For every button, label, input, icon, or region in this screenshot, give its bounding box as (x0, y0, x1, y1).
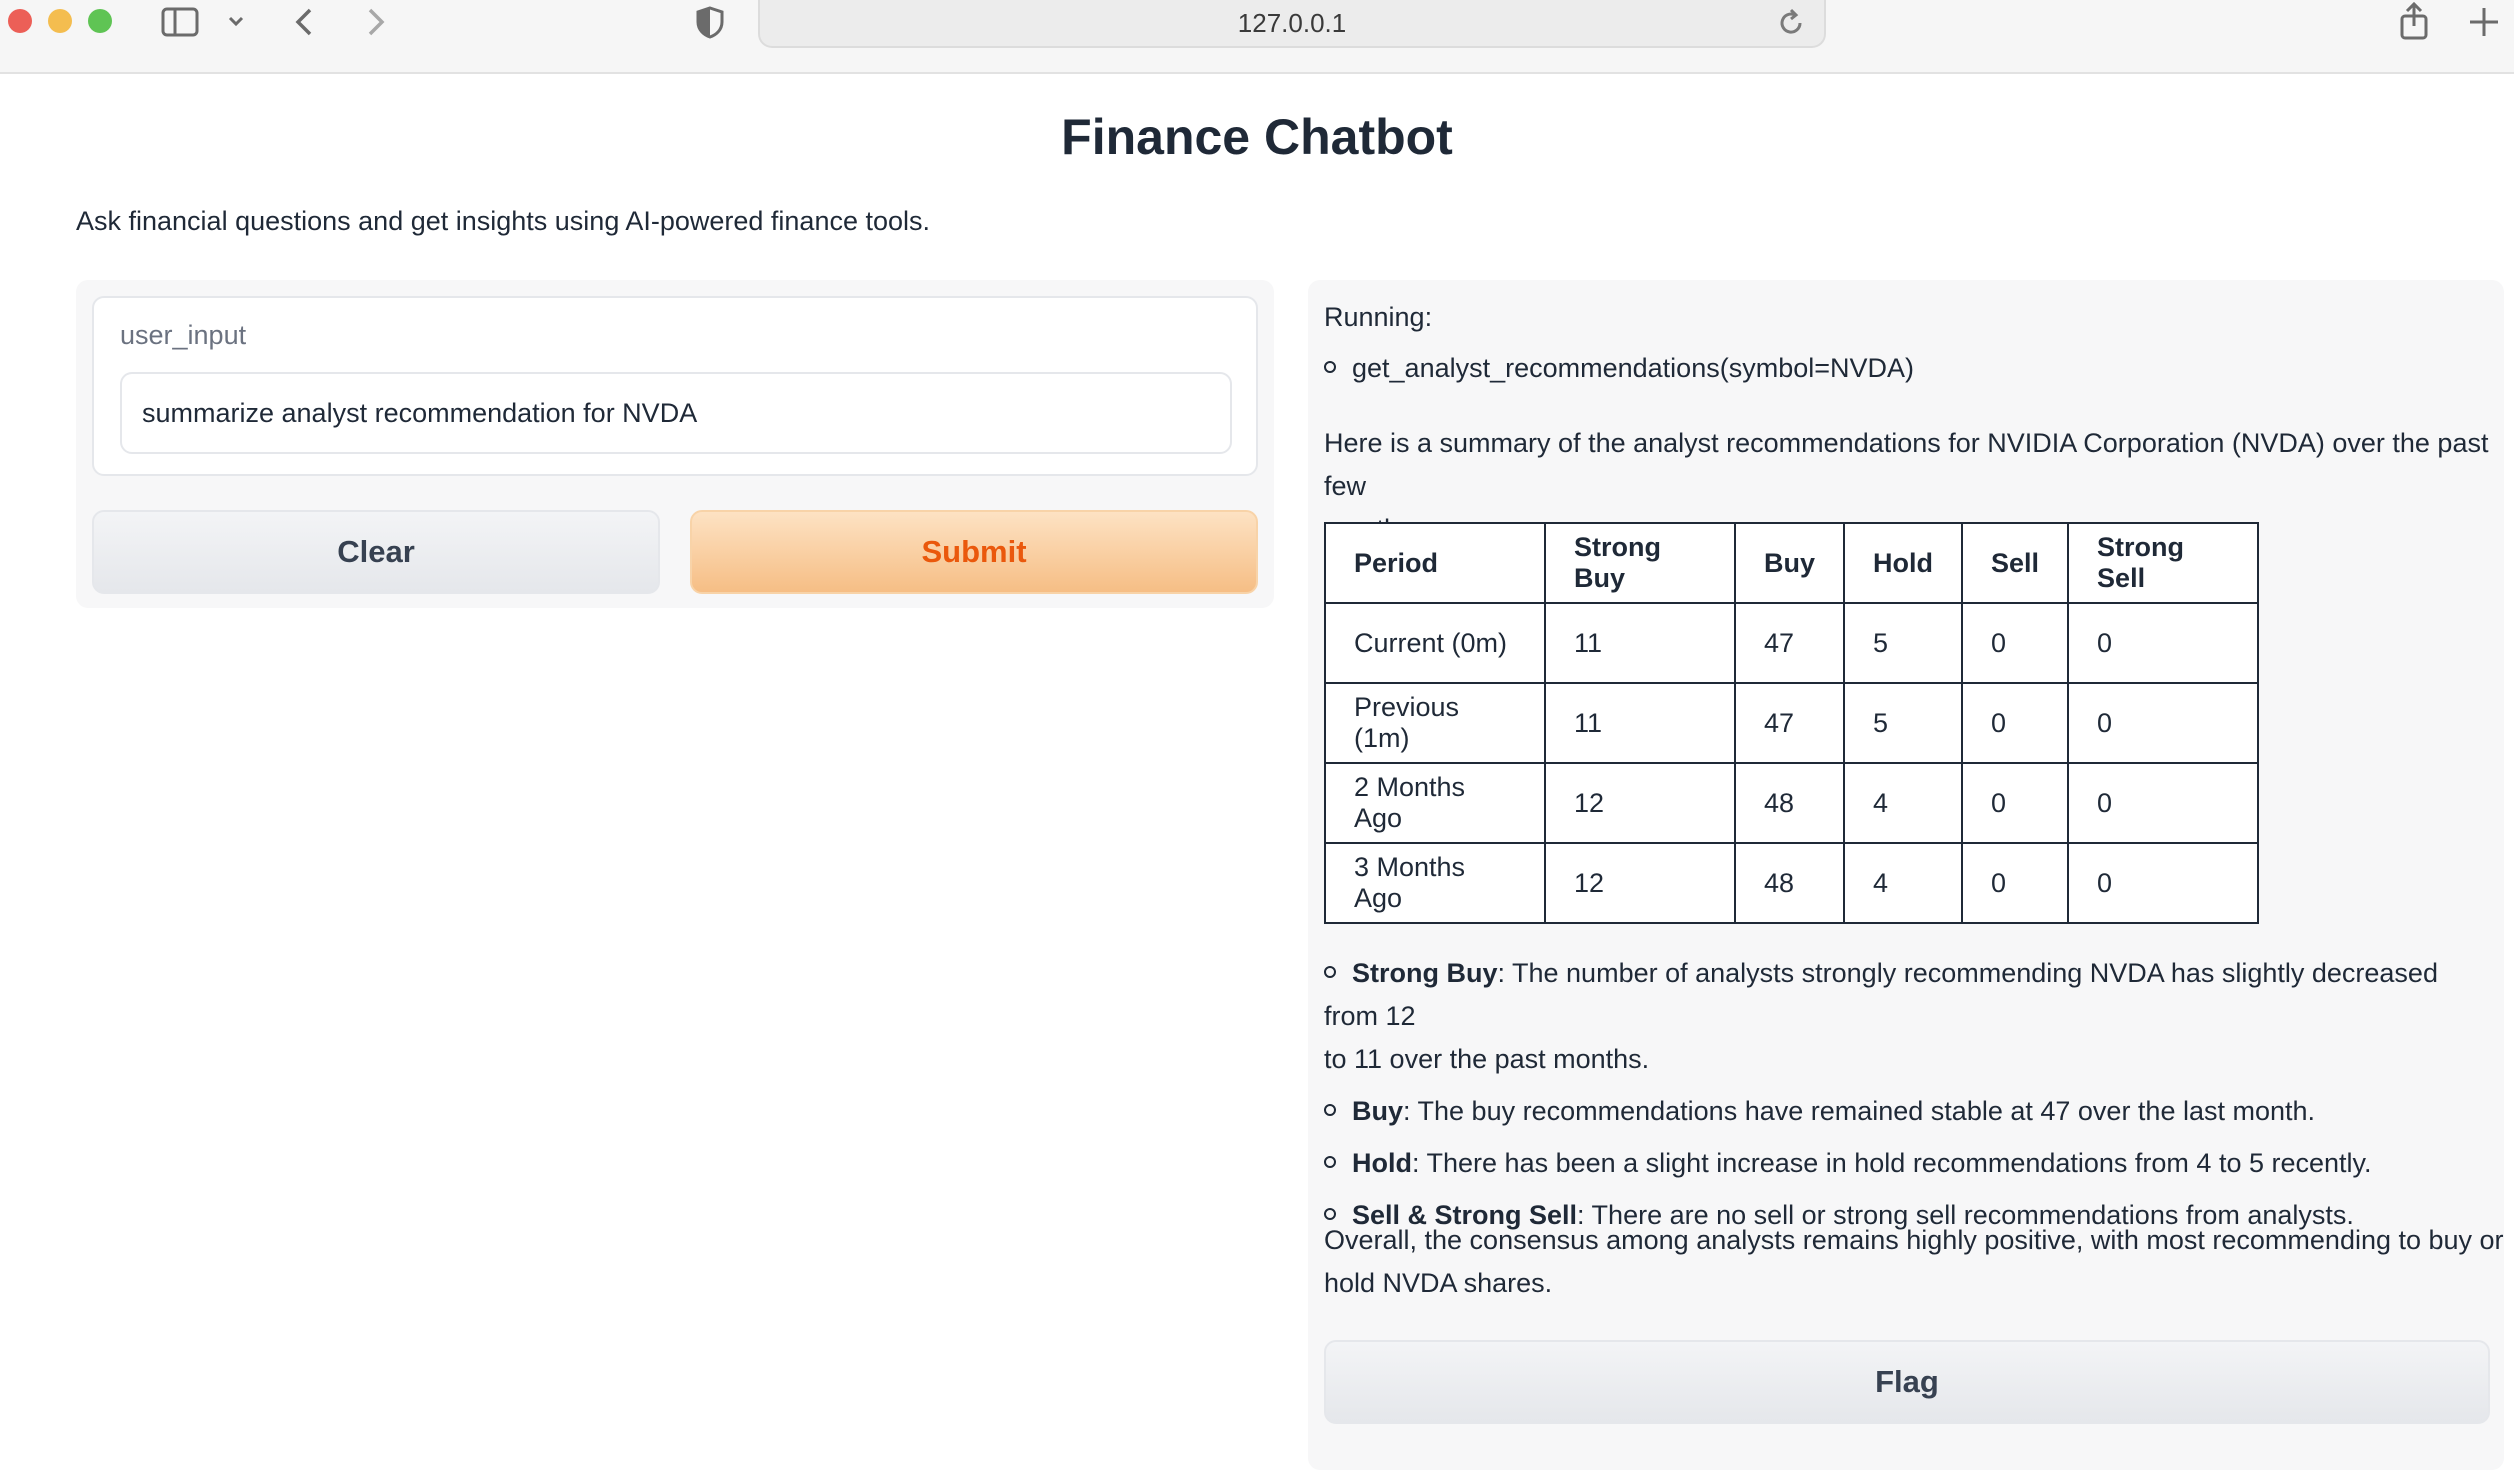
table-row: 2 Months Ago 12 48 4 0 0 (1324, 762, 2260, 844)
list-item-term: Strong Buy (1352, 958, 1498, 988)
list-item-term: Hold (1352, 1148, 1412, 1178)
table-row: Current (0m) 11 47 5 0 0 (1324, 602, 2260, 684)
minimize-window-button[interactable] (48, 9, 72, 33)
url-text: 127.0.0.1 (1237, 8, 1347, 38)
page-description: Ask financial questions and get insights… (76, 206, 931, 236)
chevron-down-icon[interactable] (226, 2, 246, 55)
conclusion-line: Overall, the consensus among analysts re… (1324, 1225, 2504, 1255)
table-cell: 11 (1544, 682, 1736, 764)
share-icon[interactable] (2396, 1, 2432, 50)
close-window-button[interactable] (8, 9, 32, 33)
table-cell: 4 (1843, 842, 1964, 924)
table-cell: 0 (1961, 602, 2070, 684)
browser-toolbar: 127.0.0.1 (0, 0, 2514, 74)
table-header: Buy (1733, 522, 1846, 604)
table-cell: 5 (1843, 682, 1964, 764)
new-tab-icon[interactable] (2466, 2, 2502, 50)
table-cell: 47 (1733, 682, 1846, 764)
table-cell: 0 (1961, 762, 2070, 844)
sidebar-icon[interactable] (160, 2, 200, 50)
bullet-icon (1324, 360, 1336, 373)
table-header: Hold (1843, 522, 1964, 604)
table-row: 3 Months Ago 12 48 4 0 0 (1324, 842, 2260, 924)
table-cell: 4 (1843, 762, 1964, 844)
table-header-row: Period Strong Buy Buy Hold Sell Strong S… (1324, 522, 2260, 604)
table-cell: 0 (2067, 762, 2260, 844)
bullet-list: Strong Buy: The number of analysts stron… (1324, 952, 2490, 1237)
maximize-window-button[interactable] (88, 9, 112, 33)
conclusion-line: hold NVDA shares. (1324, 1268, 1553, 1298)
page-title: Finance Chatbot (1061, 109, 1453, 165)
table-cell: 3 Months Ago (1324, 842, 1546, 924)
recommendations-table: Period Strong Buy Buy Hold Sell Strong S… (1324, 522, 2260, 924)
table-cell: 5 (1843, 602, 1964, 684)
table-cell: 0 (2067, 682, 2260, 764)
list-item-text: : There has been a slight increase in ho… (1412, 1148, 2372, 1178)
tool-call-item: get_analyst_recommendations(symbol=NVDA) (1324, 347, 1914, 390)
back-icon[interactable] (290, 2, 320, 50)
table-cell: Previous (1m) (1324, 682, 1546, 764)
table-cell: 12 (1544, 762, 1736, 844)
address-bar[interactable]: 127.0.0.1 (758, 0, 1826, 48)
user-input-label: user_input (120, 320, 247, 350)
table-header: Strong Buy (1544, 522, 1736, 604)
table-header: Sell (1961, 522, 2070, 604)
table-header: Period (1324, 522, 1546, 604)
bullet-icon (1324, 1103, 1336, 1116)
forward-icon[interactable] (360, 2, 390, 50)
table-cell: 0 (2067, 842, 2260, 924)
table-cell: 11 (1544, 602, 1736, 684)
table-cell: 2 Months Ago (1324, 762, 1546, 844)
user-input-block: user_input (92, 296, 1258, 476)
table-cell: 48 (1733, 842, 1846, 924)
table-cell: Current (0m) (1324, 602, 1546, 684)
list-item-text: : The buy recommendations have remained … (1403, 1096, 2316, 1126)
table-header: Strong Sell (2067, 522, 2260, 604)
tool-call-text: get_analyst_recommendations(symbol=NVDA) (1352, 353, 1915, 383)
table-cell: 0 (2067, 602, 2260, 684)
table-cell: 0 (1961, 842, 2070, 924)
conclusion-text: Overall, the consensus among analysts re… (1324, 1219, 2504, 1305)
table-cell: 0 (1961, 682, 2070, 764)
list-item: Buy: The buy recommendations have remain… (1324, 1090, 2490, 1133)
table-cell: 48 (1733, 762, 1846, 844)
bullet-icon (1324, 965, 1336, 978)
table-cell: 12 (1544, 842, 1736, 924)
submit-button[interactable]: Submit (690, 510, 1258, 594)
summary-intro-line: Here is a summary of the analyst recomme… (1324, 428, 2489, 501)
running-label: Running: (1324, 302, 1433, 332)
table-cell: 47 (1733, 602, 1846, 684)
shield-icon[interactable] (694, 2, 726, 50)
reload-icon[interactable] (1776, 6, 1806, 48)
clear-button[interactable]: Clear (92, 510, 660, 594)
output-panel: Running: get_analyst_recommendations(sym… (1308, 280, 2504, 1470)
flag-button[interactable]: Flag (1324, 1340, 2490, 1424)
input-panel: user_input Clear Submit (76, 280, 1274, 608)
user-input-field[interactable] (120, 372, 1232, 454)
list-item: Hold: There has been a slight increase i… (1324, 1142, 2490, 1185)
table-row: Previous (1m) 11 47 5 0 0 (1324, 682, 2260, 764)
list-item-text: to 11 over the past months. (1324, 1044, 1650, 1074)
list-item-term: Buy (1352, 1096, 1404, 1126)
bullet-icon (1324, 1155, 1336, 1168)
list-item: Strong Buy: The number of analysts stron… (1324, 952, 2490, 1081)
